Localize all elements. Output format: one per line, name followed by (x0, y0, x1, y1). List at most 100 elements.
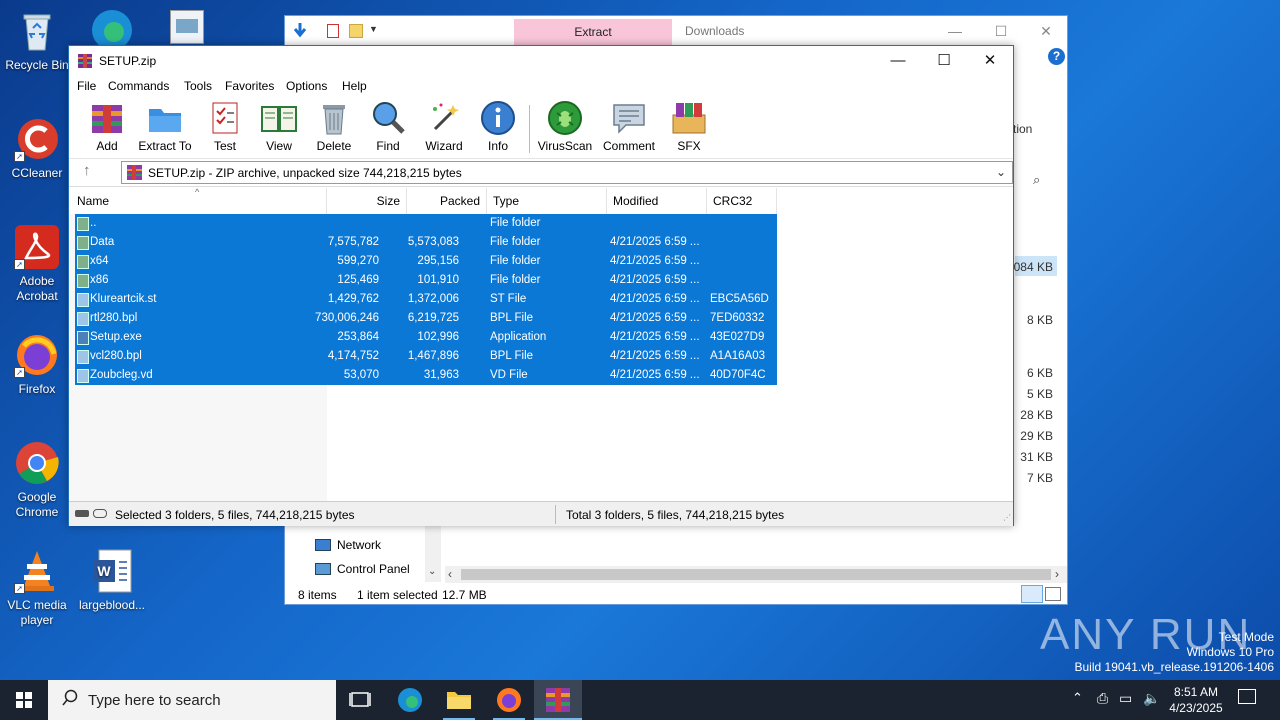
column-header-type[interactable]: Type (487, 188, 607, 214)
desktop-icon-google-chrome[interactable]: Google Chrome (1, 440, 73, 520)
notifications-icon[interactable] (1238, 689, 1256, 704)
wizard-button[interactable]: Wizard (416, 99, 472, 153)
menu-commands[interactable]: Commands (108, 79, 169, 93)
menu-file[interactable]: File (77, 79, 96, 93)
extract-to-button[interactable]: Extract To (137, 99, 193, 153)
column-header-name[interactable]: Name ^ (69, 187, 327, 214)
column-header-modified[interactable]: Modified (607, 188, 707, 214)
delete-button[interactable]: Delete (306, 99, 362, 153)
winrar-taskbar-icon[interactable] (534, 680, 582, 720)
explorer-search-icon[interactable]: ⌕ (1033, 172, 1040, 188)
scroll-left-icon[interactable]: ‹ (448, 567, 452, 581)
edge-taskbar-icon[interactable] (386, 680, 434, 720)
explorer-minimize-button[interactable]: — (941, 20, 969, 42)
menu-help[interactable]: Help (342, 79, 367, 93)
column-header-crc32[interactable]: CRC32 (707, 188, 777, 214)
network-tray-icon[interactable]: ▭ (1119, 690, 1132, 707)
up-one-level-icon[interactable]: ↑ (83, 162, 91, 179)
nav-item-network[interactable]: Network (315, 536, 435, 556)
drive-icon (75, 510, 89, 517)
path-dropdown-icon[interactable]: ⌄ (996, 165, 1006, 179)
add-button[interactable]: Add (79, 99, 135, 153)
toolbar-label: Comment (602, 139, 655, 153)
windows-logo-icon (16, 692, 32, 708)
folder-icon (77, 274, 89, 288)
toolbar-label: Test (213, 139, 236, 153)
image-file-icon[interactable] (170, 10, 204, 44)
explorer-close-button[interactable]: ✕ (1032, 20, 1060, 42)
file-row[interactable]: vcl280.bpl 4,174,752 1,467,896 BPL File 4/21… (75, 347, 777, 366)
winrar-window[interactable]: SETUP.zip — ☐ ✕ File Commands Tools Favo… (68, 45, 1014, 526)
info-button[interactable]: Info (470, 99, 526, 153)
sfx-button[interactable]: SFX (661, 99, 717, 153)
trash-can-icon (315, 99, 353, 137)
desktop-icon-ccleaner[interactable]: ➚ CCleaner (1, 116, 73, 181)
file-list[interactable]: Name ^ Size Packed Type Modified CRC32 .… (69, 187, 1013, 501)
menu-tools[interactable]: Tools (184, 79, 212, 93)
edge-shortcut-icon[interactable] (88, 6, 136, 50)
task-view-icon[interactable] (336, 680, 384, 720)
scrollbar-thumb[interactable] (461, 569, 1051, 580)
window-title: SETUP.zip (99, 54, 157, 68)
modified-date-cell: 4/21/2025 6:59 ... (610, 350, 700, 362)
scroll-down-icon[interactable]: ⌄ (428, 566, 436, 577)
file-row[interactable]: Klureartcik.st 1,429,762 1,372,006 ST File 4… (75, 290, 777, 309)
minimize-button[interactable]: — (875, 46, 921, 75)
virusscan-button[interactable]: VirusScan (537, 99, 593, 153)
file-name-cell: x64 (90, 255, 109, 267)
help-icon[interactable]: ? (1048, 48, 1065, 65)
archive-path-field[interactable]: SETUP.zip - ZIP archive, unpacked size 7… (121, 161, 1013, 184)
file-row[interactable]: .. File folder (75, 214, 777, 233)
view-button[interactable]: View (251, 99, 307, 153)
explorer-maximize-button[interactable]: ☐ (987, 20, 1015, 42)
explorer-window-title: Downloads (685, 24, 745, 38)
desktop-icon-recycle-bin[interactable]: Recycle Bin (1, 8, 73, 73)
details-view-icon[interactable] (1021, 585, 1043, 603)
menu-favorites[interactable]: Favorites (225, 79, 274, 93)
new-folder-icon[interactable] (349, 24, 363, 38)
scroll-right-icon[interactable]: › (1055, 567, 1059, 581)
vlc-cone-icon: ➚ (14, 548, 60, 594)
properties-icon[interactable] (327, 24, 339, 38)
desktop-icon-vlc[interactable]: ➚ VLC media player (1, 548, 73, 628)
column-header-size[interactable]: Size (327, 188, 407, 214)
file-row[interactable]: Setup.exe 253,864 102,996 Application 4/21/2… (75, 328, 777, 347)
resize-grip-icon[interactable]: ⋰ (1003, 513, 1011, 522)
file-size-cell: 1,429,762 (327, 293, 379, 305)
file-row[interactable]: rtl280.bpl 730,006,246 6,219,725 BPL File 4/… (75, 309, 777, 328)
menu-bar: File Commands Tools Favorites Options He… (69, 75, 1013, 97)
volume-icon[interactable]: 🔈 (1143, 690, 1160, 707)
file-row[interactable]: Data 7,575,782 5,573,083 File folder 4/21/20… (75, 233, 777, 252)
quick-access-down-arrow-icon[interactable] (293, 22, 307, 38)
show-hidden-icons[interactable]: ⌃ (1072, 690, 1083, 706)
explorer-titlebar: ▼ Extract Downloads — ☐ ✕ (285, 16, 1067, 46)
test-button[interactable]: Test (197, 99, 253, 153)
toolbar-label: VirusScan (537, 139, 593, 153)
desktop-icon-adobe-acrobat[interactable]: ➚ Adobe Acrobat (1, 224, 73, 304)
menu-options[interactable]: Options (286, 79, 327, 93)
file-explorer-taskbar-icon[interactable] (435, 680, 483, 720)
desktop-icon-firefox[interactable]: ➚ Firefox (1, 332, 73, 397)
nav-scrollbar[interactable]: ⌄ (425, 526, 441, 582)
start-button[interactable] (0, 680, 48, 720)
folder-icon (77, 217, 89, 231)
clock[interactable]: 8:51 AM 4/23/2025 (1166, 684, 1226, 716)
maximize-button[interactable]: ☐ (921, 46, 967, 75)
taskbar-search-box[interactable]: Type here to search (48, 680, 336, 720)
close-button[interactable]: ✕ (967, 46, 1013, 75)
file-row[interactable]: Zoubcleg.vd 53,070 31,963 VD File 4/21/2025 … (75, 366, 777, 385)
large-icons-view-icon[interactable] (1045, 587, 1061, 601)
file-row[interactable]: x64 599,270 295,156 File folder 4/21/2025 6:… (75, 252, 777, 271)
file-name-cell: Klureartcik.st (90, 293, 157, 305)
desktop-icon-word-document[interactable]: W largeblood... (76, 548, 148, 613)
usb-device-icon[interactable]: ⎙ (1097, 690, 1108, 707)
control-panel-icon (315, 563, 331, 575)
find-button[interactable]: Find (360, 99, 416, 153)
extract-context-tab[interactable]: Extract (514, 19, 672, 46)
firefox-taskbar-icon[interactable] (485, 680, 533, 720)
file-row[interactable]: x86 125,469 101,910 File folder 4/21/2025 6:… (75, 271, 777, 290)
horizontal-scrollbar[interactable]: ‹ › (445, 566, 1067, 583)
column-header-packed[interactable]: Packed (407, 188, 487, 214)
comment-button[interactable]: Comment (601, 99, 657, 153)
customize-dropdown-icon[interactable]: ▼ (369, 24, 378, 34)
